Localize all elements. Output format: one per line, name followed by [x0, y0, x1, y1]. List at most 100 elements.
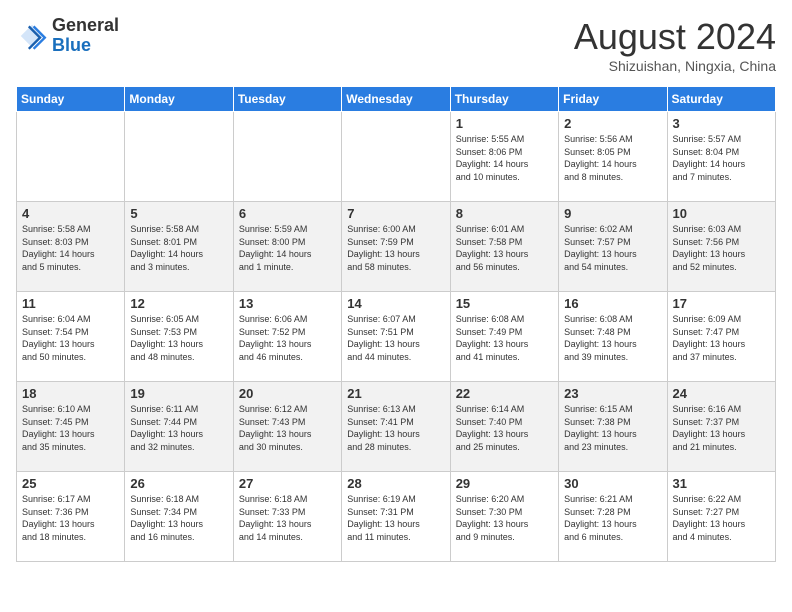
header-day: Saturday: [667, 87, 775, 112]
day-number: 3: [673, 116, 770, 131]
logo-general: General: [52, 15, 119, 35]
day-info: Sunrise: 6:20 AM Sunset: 7:30 PM Dayligh…: [456, 493, 553, 543]
calendar-cell: 14 Sunrise: 6:07 AM Sunset: 7:51 PM Dayli…: [342, 292, 450, 382]
day-info: Sunrise: 6:03 AM Sunset: 7:56 PM Dayligh…: [673, 223, 770, 273]
day-info: Sunrise: 6:00 AM Sunset: 7:59 PM Dayligh…: [347, 223, 444, 273]
header-day: Sunday: [17, 87, 125, 112]
day-number: 15: [456, 296, 553, 311]
page-header: General Blue August 2024 Shizuishan, Nin…: [16, 16, 776, 74]
day-number: 12: [130, 296, 227, 311]
logo-blue: Blue: [52, 35, 91, 55]
day-info: Sunrise: 6:12 AM Sunset: 7:43 PM Dayligh…: [239, 403, 336, 453]
day-number: 8: [456, 206, 553, 221]
day-number: 5: [130, 206, 227, 221]
day-info: Sunrise: 5:59 AM Sunset: 8:00 PM Dayligh…: [239, 223, 336, 273]
calendar-cell: 27 Sunrise: 6:18 AM Sunset: 7:33 PM Dayli…: [233, 472, 341, 562]
header-day: Thursday: [450, 87, 558, 112]
logo-text: General Blue: [52, 16, 119, 56]
day-number: 22: [456, 386, 553, 401]
calendar-cell: 23 Sunrise: 6:15 AM Sunset: 7:38 PM Dayli…: [559, 382, 667, 472]
header-row: SundayMondayTuesdayWednesdayThursdayFrid…: [17, 87, 776, 112]
day-number: 29: [456, 476, 553, 491]
day-info: Sunrise: 6:04 AM Sunset: 7:54 PM Dayligh…: [22, 313, 119, 363]
day-number: 11: [22, 296, 119, 311]
calendar-week: 18 Sunrise: 6:10 AM Sunset: 7:45 PM Dayli…: [17, 382, 776, 472]
day-info: Sunrise: 6:21 AM Sunset: 7:28 PM Dayligh…: [564, 493, 661, 543]
calendar-cell: 13Sunrise: 6:06 AM Sunset: 7:52 PM Dayli…: [233, 292, 341, 382]
day-info: Sunrise: 6:07 AM Sunset: 7:51 PM Dayligh…: [347, 313, 444, 363]
calendar-cell: 24Sunrise: 6:16 AM Sunset: 7:37 PM Dayli…: [667, 382, 775, 472]
day-info: Sunrise: 6:19 AM Sunset: 7:31 PM Dayligh…: [347, 493, 444, 543]
day-info: Sunrise: 5:56 AM Sunset: 8:05 PM Dayligh…: [564, 133, 661, 183]
day-number: 1: [456, 116, 553, 131]
day-number: 20: [239, 386, 336, 401]
logo: General Blue: [16, 16, 119, 56]
day-info: Sunrise: 6:10 AM Sunset: 7:45 PM Dayligh…: [22, 403, 119, 453]
calendar-cell: 1 Sunrise: 5:55 AM Sunset: 8:06 PM Daylig…: [450, 112, 558, 202]
day-number: 30: [564, 476, 661, 491]
day-info: Sunrise: 5:55 AM Sunset: 8:06 PM Dayligh…: [456, 133, 553, 183]
day-number: 2: [564, 116, 661, 131]
day-info: Sunrise: 6:14 AM Sunset: 7:40 PM Dayligh…: [456, 403, 553, 453]
day-info: Sunrise: 6:09 AM Sunset: 7:47 PM Dayligh…: [673, 313, 770, 363]
logo-icon: [16, 20, 48, 52]
calendar-cell: 18 Sunrise: 6:10 AM Sunset: 7:45 PM Dayli…: [17, 382, 125, 472]
calendar-week: 11 Sunrise: 6:04 AM Sunset: 7:54 PM Dayli…: [17, 292, 776, 382]
calendar-cell: 25Sunrise: 6:17 AM Sunset: 7:36 PM Dayli…: [17, 472, 125, 562]
day-info: Sunrise: 5:58 AM Sunset: 8:01 PM Dayligh…: [130, 223, 227, 273]
day-number: 25: [22, 476, 119, 491]
month-title: August 2024: [574, 16, 776, 58]
day-number: 24: [673, 386, 770, 401]
calendar-cell: [342, 112, 450, 202]
calendar-cell: 9Sunrise: 6:02 AM Sunset: 7:57 PM Daylig…: [559, 202, 667, 292]
calendar-cell: 11 Sunrise: 6:04 AM Sunset: 7:54 PM Dayli…: [17, 292, 125, 382]
calendar-cell: [233, 112, 341, 202]
calendar-cell: 20 Sunrise: 6:12 AM Sunset: 7:43 PM Dayli…: [233, 382, 341, 472]
day-info: Sunrise: 6:18 AM Sunset: 7:33 PM Dayligh…: [239, 493, 336, 543]
day-number: 19: [130, 386, 227, 401]
calendar-cell: 6 Sunrise: 5:59 AM Sunset: 8:00 PM Daylig…: [233, 202, 341, 292]
calendar-cell: 15Sunrise: 6:08 AM Sunset: 7:49 PM Dayli…: [450, 292, 558, 382]
calendar-week: 1 Sunrise: 5:55 AM Sunset: 8:06 PM Daylig…: [17, 112, 776, 202]
day-info: Sunrise: 6:05 AM Sunset: 7:53 PM Dayligh…: [130, 313, 227, 363]
calendar-cell: 19Sunrise: 6:11 AM Sunset: 7:44 PM Dayli…: [125, 382, 233, 472]
day-number: 7: [347, 206, 444, 221]
calendar-cell: 10 Sunrise: 6:03 AM Sunset: 7:56 PM Dayli…: [667, 202, 775, 292]
day-number: 26: [130, 476, 227, 491]
calendar-cell: 3Sunrise: 5:57 AM Sunset: 8:04 PM Daylig…: [667, 112, 775, 202]
day-number: 14: [347, 296, 444, 311]
calendar-cell: 5 Sunrise: 5:58 AM Sunset: 8:01 PM Daylig…: [125, 202, 233, 292]
day-info: Sunrise: 5:58 AM Sunset: 8:03 PM Dayligh…: [22, 223, 119, 273]
day-number: 28: [347, 476, 444, 491]
location-subtitle: Shizuishan, Ningxia, China: [574, 58, 776, 74]
calendar-week: 25Sunrise: 6:17 AM Sunset: 7:36 PM Dayli…: [17, 472, 776, 562]
calendar-cell: 29 Sunrise: 6:20 AM Sunset: 7:30 PM Dayli…: [450, 472, 558, 562]
calendar-cell: 22 Sunrise: 6:14 AM Sunset: 7:40 PM Dayli…: [450, 382, 558, 472]
day-number: 18: [22, 386, 119, 401]
calendar-cell: 2 Sunrise: 5:56 AM Sunset: 8:05 PM Daylig…: [559, 112, 667, 202]
day-number: 21: [347, 386, 444, 401]
calendar-cell: 4 Sunrise: 5:58 AM Sunset: 8:03 PM Daylig…: [17, 202, 125, 292]
day-info: Sunrise: 6:15 AM Sunset: 7:38 PM Dayligh…: [564, 403, 661, 453]
calendar-cell: 31Sunrise: 6:22 AM Sunset: 7:27 PM Dayli…: [667, 472, 775, 562]
calendar-cell: [17, 112, 125, 202]
header-day: Wednesday: [342, 87, 450, 112]
day-number: 4: [22, 206, 119, 221]
calendar-cell: 28 Sunrise: 6:19 AM Sunset: 7:31 PM Dayli…: [342, 472, 450, 562]
day-number: 16: [564, 296, 661, 311]
day-number: 27: [239, 476, 336, 491]
day-number: 23: [564, 386, 661, 401]
day-number: 6: [239, 206, 336, 221]
day-info: Sunrise: 6:22 AM Sunset: 7:27 PM Dayligh…: [673, 493, 770, 543]
calendar-cell: 17Sunrise: 6:09 AM Sunset: 7:47 PM Dayli…: [667, 292, 775, 382]
title-block: August 2024 Shizuishan, Ningxia, China: [574, 16, 776, 74]
header-day: Friday: [559, 87, 667, 112]
day-info: Sunrise: 6:02 AM Sunset: 7:57 PM Dayligh…: [564, 223, 661, 273]
calendar-header: SundayMondayTuesdayWednesdayThursdayFrid…: [17, 87, 776, 112]
day-number: 10: [673, 206, 770, 221]
calendar-cell: 21 Sunrise: 6:13 AM Sunset: 7:41 PM Dayli…: [342, 382, 450, 472]
calendar-cell: 7 Sunrise: 6:00 AM Sunset: 7:59 PM Daylig…: [342, 202, 450, 292]
day-info: Sunrise: 6:13 AM Sunset: 7:41 PM Dayligh…: [347, 403, 444, 453]
calendar-cell: 12 Sunrise: 6:05 AM Sunset: 7:53 PM Dayli…: [125, 292, 233, 382]
calendar-cell: 16Sunrise: 6:08 AM Sunset: 7:48 PM Dayli…: [559, 292, 667, 382]
